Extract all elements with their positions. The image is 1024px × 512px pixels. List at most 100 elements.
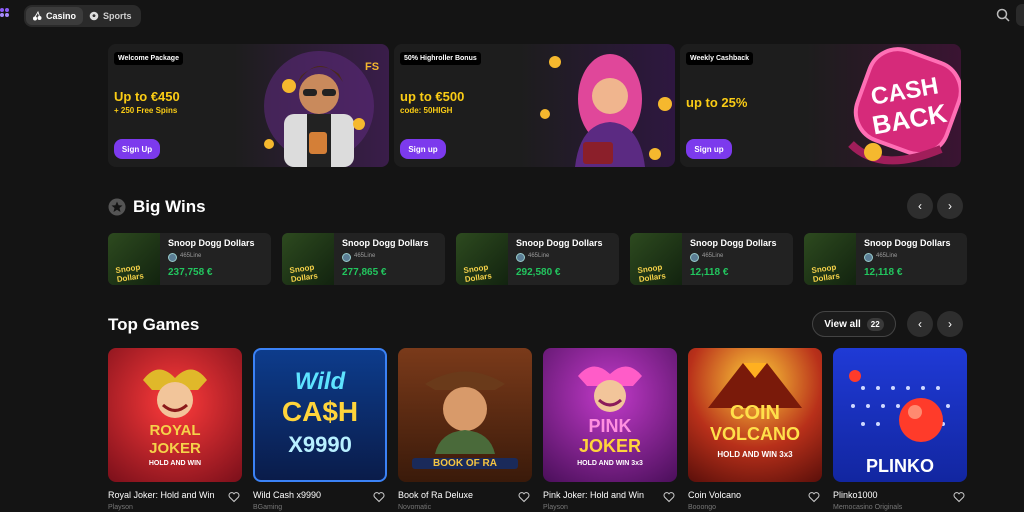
promo-amount: up to €500 (400, 89, 465, 104)
win-username: 465Line (354, 253, 376, 259)
promo-welcome-art: FS (264, 51, 379, 167)
big-win-card[interactable]: Snoop Dollars Snoop Dogg Dollars 465Line… (804, 233, 967, 285)
sign-up-button[interactable]: Sign up (400, 139, 446, 159)
cover-text-3: PLINKO (865, 456, 934, 476)
view-all-label: View all (824, 318, 861, 330)
promo-highroller-art (540, 54, 672, 167)
promo-banners: FS Welcome Package Up to €450 + 250 Free… (108, 44, 961, 167)
promo-cashback[interactable]: CASH BACK Weekly Cashback up to 25% Sign… (680, 44, 961, 167)
view-all-button[interactable]: View all 22 (812, 311, 896, 337)
sign-up-button[interactable]: Sign up (686, 139, 732, 159)
favorite-heart-icon[interactable] (373, 491, 385, 503)
chevron-right-icon: › (948, 317, 952, 331)
joker-art (143, 369, 207, 418)
cover-text-3: HOLD AND WIN (148, 460, 202, 467)
cover-text-2: CA$H (281, 396, 359, 427)
win-amount: 277,865 € (342, 267, 387, 278)
game-cover[interactable]: PLINKO (833, 348, 967, 482)
game-cover[interactable]: Wild CA$H X9990 (253, 348, 387, 482)
cover-text-3: X9990 (288, 432, 352, 457)
game-card[interactable]: PLINKO Plinko1000 Memocasino Originals (833, 348, 967, 512)
big-wins-title: Big Wins (133, 197, 206, 216)
promo-subtext: + 250 Free Spins (114, 106, 178, 115)
product-tabs: Casino Sports (24, 5, 141, 27)
big-wins-prev-button[interactable]: ‹ (907, 193, 933, 219)
thumb-text: Snoop Dollars (288, 262, 319, 284)
top-games-next-button[interactable]: › (937, 311, 963, 337)
promo-tag: Weekly Cashback (686, 52, 754, 65)
user-icon (516, 253, 525, 262)
user-icon (168, 253, 177, 262)
win-username: 465Line (528, 253, 550, 259)
win-username: 465Line (876, 253, 898, 259)
big-win-card[interactable]: Snoop Dollars Snoop Dogg Dollars 465Line… (282, 233, 445, 285)
game-cover[interactable]: BOOK OF RA (398, 348, 532, 482)
game-title[interactable]: Plinko1000 (833, 490, 878, 500)
tab-sports[interactable]: Sports (83, 7, 139, 25)
favorite-heart-icon[interactable] (808, 491, 820, 503)
user-icon (690, 253, 699, 262)
big-win-card[interactable]: Snoop Dollars Snoop Dogg Dollars 465Line… (630, 233, 793, 285)
game-title[interactable]: Royal Joker: Hold and Win (108, 490, 215, 500)
logo[interactable] (0, 8, 12, 22)
promo-subtext: code: 50HIGH (400, 106, 453, 115)
thumb-text: Snoop Dollars (636, 262, 667, 284)
game-card[interactable]: Wild CA$H X9990 Wild Cash x9990 BGaming (253, 348, 387, 512)
game-provider: Playson (108, 504, 133, 511)
game-thumbnail: Snoop Dollars (630, 233, 682, 285)
games-count-badge: 22 (866, 317, 884, 331)
account-button[interactable] (1016, 4, 1024, 26)
game-card[interactable]: COIN VOLCANO HOLD AND WIN 3x3 Coin Volca… (688, 348, 822, 512)
win-game-name: Snoop Dogg Dollars (342, 238, 429, 248)
promo-welcome[interactable]: FS Welcome Package Up to €450 + 250 Free… (108, 44, 389, 167)
cover-text-1: PINK (588, 416, 632, 436)
top-games-prev-button[interactable]: ‹ (907, 311, 933, 337)
promo-highroller[interactable]: 50% Highroller Bonus up to €500 code: 50… (394, 44, 675, 167)
game-title[interactable]: Pink Joker: Hold and Win (543, 490, 644, 500)
big-win-card[interactable]: Snoop Dollars Snoop Dogg Dollars 465Line… (456, 233, 619, 285)
game-title[interactable]: Coin Volcano (688, 490, 741, 500)
game-card[interactable]: BOOK OF RA Book of Ra Deluxe Novomatic (398, 348, 532, 512)
tab-casino[interactable]: Casino (26, 7, 84, 25)
win-amount: 12,118 € (864, 267, 903, 278)
game-thumbnail: Snoop Dollars (282, 233, 334, 285)
win-game-name: Snoop Dogg Dollars (864, 238, 951, 248)
cover-text-2: JOKER (578, 436, 641, 456)
top-games-list: ROYAL JOKER HOLD AND WIN Royal Joker: Ho… (108, 348, 967, 512)
chevron-right-icon: › (948, 199, 952, 213)
user-icon (342, 253, 351, 262)
top-bar: Casino Sports (0, 0, 1024, 32)
cover-text-1: COIN (730, 402, 780, 424)
volcano-art (708, 363, 802, 408)
big-win-card[interactable]: Snoop Dollars Snoop Dogg Dollars 465Line… (108, 233, 271, 285)
win-username: 465Line (702, 253, 724, 259)
user-icon (864, 253, 873, 262)
game-title[interactable]: Book of Ra Deluxe (398, 490, 473, 500)
game-cover[interactable]: PINK JOKER HOLD AND WIN 3x3 (543, 348, 677, 482)
win-amount: 292,580 € (516, 267, 561, 278)
sign-up-button[interactable]: Sign Up (114, 139, 160, 159)
big-wins-next-button[interactable]: › (937, 193, 963, 219)
game-title[interactable]: Wild Cash x9990 (253, 490, 321, 500)
promo-fs-text: FS (365, 61, 379, 73)
favorite-heart-icon[interactable] (953, 491, 965, 503)
star-badge-icon (108, 198, 126, 216)
search-icon[interactable] (996, 8, 1010, 22)
game-cover[interactable]: ROYAL JOKER HOLD AND WIN (108, 348, 242, 482)
cover-text-3: HOLD AND WIN 3x3 (717, 450, 793, 459)
favorite-heart-icon[interactable] (663, 491, 675, 503)
game-thumbnail: Snoop Dollars (456, 233, 508, 285)
tab-casino-label: Casino (46, 11, 77, 21)
game-card[interactable]: PINK JOKER HOLD AND WIN 3x3 Pink Joker: … (543, 348, 677, 512)
game-thumbnail: Snoop Dollars (804, 233, 856, 285)
chevron-left-icon: ‹ (918, 317, 922, 331)
cover-text-3: HOLD AND WIN 3x3 (577, 460, 643, 467)
win-game-name: Snoop Dogg Dollars (516, 238, 603, 248)
big-wins-list: Snoop Dollars Snoop Dogg Dollars 465Line… (108, 233, 967, 285)
favorite-heart-icon[interactable] (228, 491, 240, 503)
favorite-heart-icon[interactable] (518, 491, 530, 503)
promo-tag: 50% Highroller Bonus (400, 52, 481, 65)
win-game-name: Snoop Dogg Dollars (690, 238, 777, 248)
game-cover[interactable]: COIN VOLCANO HOLD AND WIN 3x3 (688, 348, 822, 482)
game-card[interactable]: ROYAL JOKER HOLD AND WIN Royal Joker: Ho… (108, 348, 242, 512)
